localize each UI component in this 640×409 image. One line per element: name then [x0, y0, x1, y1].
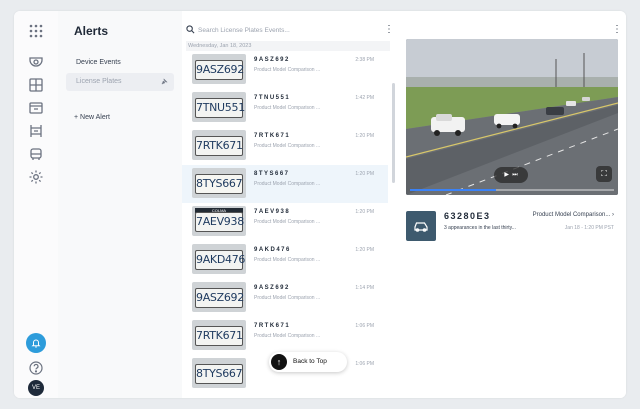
plate-thumbnail: 9AKD476	[192, 244, 246, 274]
event-description: Product Model Comparison ...	[254, 105, 321, 111]
event-time: 1:42 PM	[355, 95, 374, 101]
plate-thumbnail: 7TNU551	[192, 92, 246, 122]
event-row-selected[interactable]: 8TYS667 8TYS667 Product Model Comparison…	[182, 165, 388, 203]
search-icon	[186, 25, 195, 34]
event-description: Product Model Comparison ...	[254, 257, 321, 263]
event-row[interactable]: 9AKD476 9AKD476 Product Model Comparison…	[182, 241, 388, 279]
detail-date: Jan 18 - 1:20 PM PST	[564, 225, 614, 231]
car-icon	[414, 222, 428, 232]
video-progress-bar[interactable]	[410, 189, 614, 191]
event-description: Product Model Comparison ...	[254, 295, 321, 301]
event-row[interactable]: 7RTK671 7RTK671 Product Model Comparison…	[182, 127, 388, 165]
detail-model-link[interactable]: Product Model Comparison... ›	[533, 212, 614, 218]
plate-thumbnail-text: 7RTK671	[195, 136, 243, 156]
chevron-right-icon: ›	[612, 212, 614, 218]
apps-grid-icon[interactable]	[28, 23, 44, 39]
event-time: 1:06 PM	[355, 323, 374, 329]
plate-number: 7AEV938	[254, 209, 291, 215]
app-window: VE Alerts Device Events License Plates +…	[14, 11, 626, 398]
play-controls[interactable]: ▶ ⏭	[494, 167, 528, 183]
event-time: 1:20 PM	[355, 247, 374, 253]
date-header: Wednesday, Jan 18, 2023	[186, 41, 390, 51]
nav-license-plates[interactable]: License Plates	[66, 73, 174, 91]
plate-thumbnail: COLMA 7AEV938	[192, 206, 246, 236]
archive-icon[interactable]	[28, 100, 44, 116]
plate-thumbnail-text: 7AEV938	[195, 212, 244, 232]
search-input[interactable]	[198, 23, 368, 37]
event-time: 1:20 PM	[355, 133, 374, 139]
event-row[interactable]: 9ASZ692 9ASZ692 Product Model Comparison…	[182, 51, 388, 89]
detail-subtitle: 3 appearances in the last thirty...	[444, 225, 516, 231]
plate-thumbnail: 7RTK671	[192, 320, 246, 350]
detail-panel: ⋮ ▶ ⏭ ⛶ 63280E3 3 appearances in the las…	[396, 11, 626, 398]
events-panel: ⋮ Wednesday, Jan 18, 2023 9ASZ692 9ASZ69…	[182, 11, 397, 398]
vehicle-badge	[406, 211, 436, 241]
fullscreen-icon[interactable]: ⛶	[596, 166, 612, 182]
plate-thumbnail-text: 9AKD476	[195, 250, 245, 270]
event-time: 2:38 PM	[355, 57, 374, 63]
plate-thumbnail: 8TYS667	[192, 168, 246, 198]
plate-thumbnail: 9ASZ692	[192, 54, 246, 84]
user-avatar[interactable]: VE	[28, 380, 44, 396]
plate-number: 7RTK671	[254, 323, 291, 329]
events-more-icon[interactable]: ⋮	[384, 24, 394, 36]
plate-thumbnail: 9ASZ692	[192, 282, 246, 312]
event-time: 1:20 PM	[355, 171, 374, 177]
detail-plate-number: 63280E3	[444, 211, 491, 221]
nav-device-events[interactable]: Device Events	[66, 54, 174, 72]
pin-icon[interactable]	[161, 73, 168, 93]
plate-thumbnail: 8TYS667	[192, 358, 246, 388]
events-list: 9ASZ692 9ASZ692 Product Model Comparison…	[182, 51, 392, 398]
new-alert-button[interactable]: + New Alert	[74, 114, 110, 121]
plate-thumbnail: 7RTK671	[192, 130, 246, 160]
detail-more-icon[interactable]: ⋮	[612, 24, 622, 36]
detail-model: Product Model Comparison...	[532, 212, 611, 218]
event-description: Product Model Comparison ...	[254, 333, 321, 339]
plate-thumbnail-text: 7TNU551	[195, 98, 245, 118]
plate-thumbnail-text: 8TYS667	[195, 174, 243, 194]
help-icon[interactable]	[28, 360, 44, 376]
video-player[interactable]: ▶ ⏭ ⛶	[406, 39, 618, 195]
event-time: 1:06 PM	[355, 361, 374, 367]
list-scrollbar[interactable]	[392, 83, 395, 183]
plate-thumbnail-text: 7RTK671	[195, 326, 243, 346]
plate-thumbnail-text: 8TYS667	[195, 364, 243, 384]
plate-thumbnail-text: 9ASZ692	[195, 288, 244, 308]
event-row[interactable]: 7TNU551 7TNU551 Product Model Comparison…	[182, 89, 388, 127]
event-description: Product Model Comparison ...	[254, 219, 321, 225]
plate-number: 7RTK671	[254, 133, 291, 139]
plate-number: 9AKD476	[254, 247, 291, 253]
search-bar	[186, 23, 386, 37]
video-progress-fill	[410, 189, 496, 191]
arrow-up-icon: ↑	[271, 354, 287, 370]
notifications-bell-icon[interactable]	[26, 333, 46, 353]
settings-gear-icon[interactable]	[28, 169, 44, 185]
event-description: Product Model Comparison ...	[254, 143, 321, 149]
back-to-top-button[interactable]: ↑ Back to Top	[269, 352, 347, 372]
event-row[interactable]: 9ASZ692 9ASZ692 Product Model Comparison…	[182, 279, 388, 317]
event-row[interactable]: 7RTK671 7RTK671 Product Model Comparison…	[182, 317, 388, 355]
plate-number: 9ASZ692	[254, 57, 290, 63]
event-description: Product Model Comparison ...	[254, 181, 321, 187]
plate-thumbnail-text: 9ASZ692	[195, 60, 244, 80]
event-time: 1:20 PM	[355, 209, 374, 215]
nav-license-plates-label: License Plates	[76, 78, 122, 85]
plate-number: 9ASZ692	[254, 285, 290, 291]
plate-number: 7TNU551	[254, 95, 291, 101]
alerts-panel: Alerts Device Events License Plates + Ne…	[58, 11, 183, 398]
event-row[interactable]: COLMA 7AEV938 7AEV938 Product Model Comp…	[182, 203, 388, 241]
plate-detail-card[interactable]: 63280E3 3 appearances in the last thirty…	[406, 207, 618, 245]
event-description: Product Model Comparison ...	[254, 67, 321, 73]
icon-rail: VE	[14, 11, 59, 398]
plate-number: 8TYS667	[254, 171, 290, 177]
vehicle-icon[interactable]	[28, 146, 44, 162]
floor-plan-icon[interactable]	[28, 77, 44, 93]
back-to-top-label: Back to Top	[293, 358, 327, 365]
access-control-icon[interactable]	[28, 123, 44, 139]
alerts-title: Alerts	[74, 24, 109, 38]
camera-dome-icon[interactable]	[28, 54, 44, 70]
event-time: 1:14 PM	[355, 285, 374, 291]
